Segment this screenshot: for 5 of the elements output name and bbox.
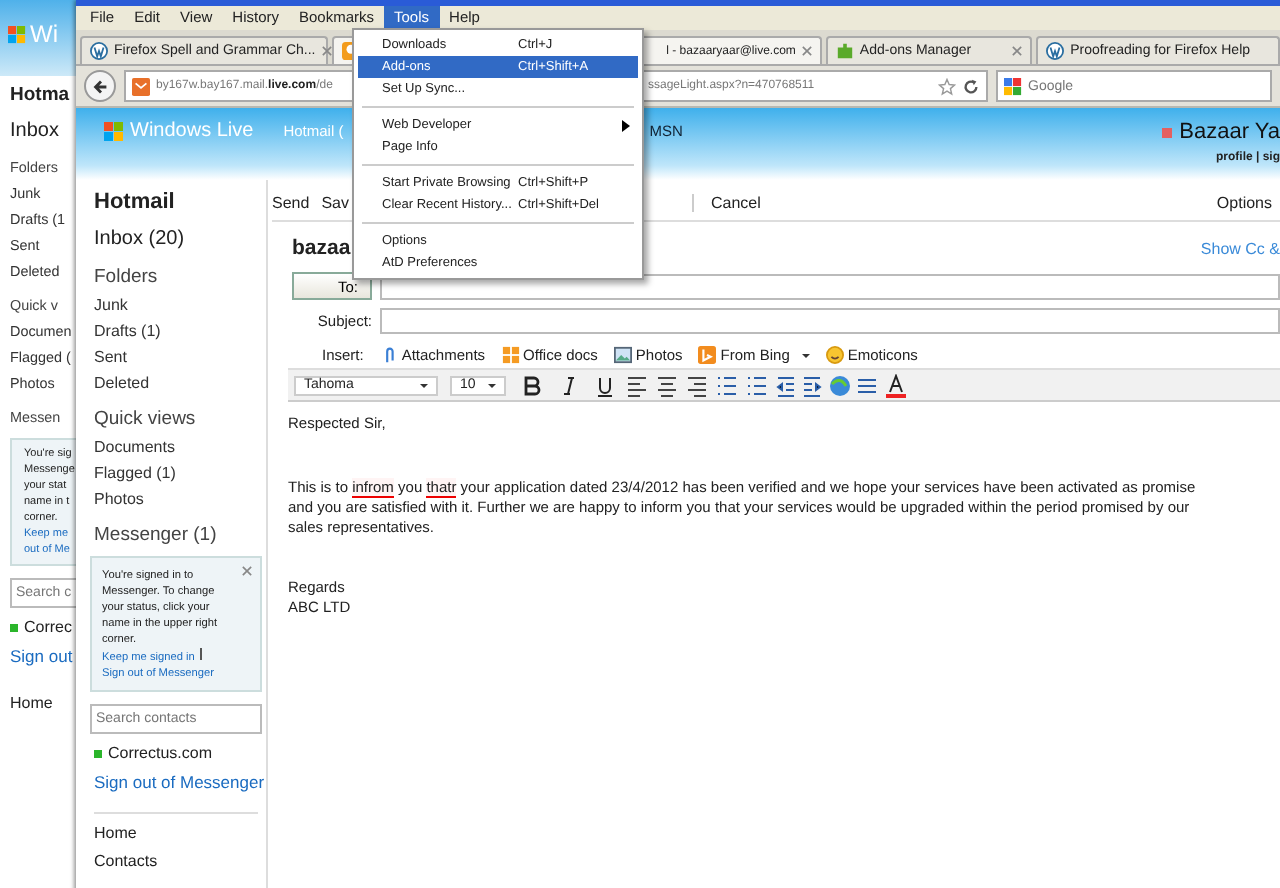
logo-text: Windows Live — [130, 120, 254, 142]
sidebar-title: Hotmail — [94, 190, 177, 214]
sender-heading: bazaa — [292, 236, 351, 260]
logo-text: Wi — [30, 20, 58, 48]
sidebar-title: Hotma — [10, 84, 72, 106]
